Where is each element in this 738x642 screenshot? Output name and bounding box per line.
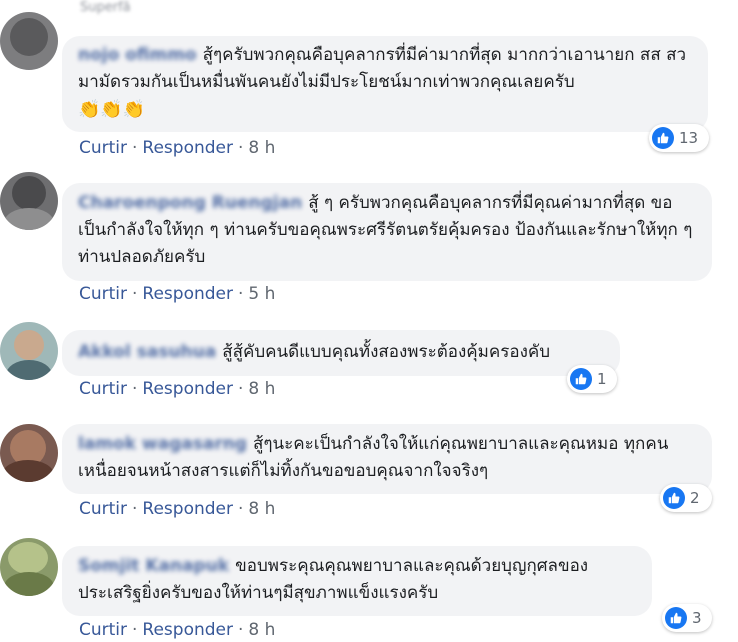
comment-time[interactable]: 8 h: [248, 138, 275, 158]
separator: ·: [238, 499, 244, 519]
like-link[interactable]: Curtir: [79, 284, 127, 304]
comment-bubble: Charoenpong Ruengjan สู้ ๆ ครับพวกคุณคือบ…: [62, 183, 712, 281]
like-link[interactable]: Curtir: [79, 499, 127, 519]
reaction-number: 3: [692, 609, 702, 627]
comment-actions: Curtir · Responder · 8 h: [79, 499, 275, 519]
avatar[interactable]: [0, 424, 58, 482]
comment-bubble: Akkol sasuhua สู้สู้คับคนดีแบบคุณทั้งสองพ…: [62, 330, 620, 376]
like-link[interactable]: Curtir: [79, 620, 127, 640]
separator: ·: [132, 138, 138, 158]
separator: ·: [132, 379, 138, 399]
reaction-count[interactable]: 1: [567, 365, 617, 393]
like-link[interactable]: Curtir: [79, 379, 127, 399]
reply-link[interactable]: Responder: [142, 284, 233, 304]
superfan-badge: Superfã: [80, 0, 131, 15]
reply-link[interactable]: Responder: [142, 138, 233, 158]
comment-bubble: nojo ofimmo สู้ๆครับพวกคุณคือบุคลากรที่มี…: [62, 36, 708, 132]
separator: ·: [238, 620, 244, 640]
comment-author[interactable]: Charoenpong Ruengjan: [78, 193, 302, 213]
like-icon: [570, 368, 592, 390]
comment-author[interactable]: Somjit Kanapuk: [78, 556, 229, 576]
reaction-number: 1: [597, 370, 607, 388]
comment-actions: Curtir · Responder · 8 h: [79, 138, 275, 158]
comment-actions: Curtir · Responder · 8 h: [79, 379, 275, 399]
comment-author[interactable]: Akkol sasuhua: [78, 342, 216, 362]
separator: ·: [238, 138, 244, 158]
separator: ·: [238, 284, 244, 304]
comment-time[interactable]: 5 h: [248, 284, 275, 304]
comment-time[interactable]: 8 h: [248, 499, 275, 519]
avatar[interactable]: [0, 12, 58, 70]
comment-time[interactable]: 8 h: [248, 620, 275, 640]
like-icon: [665, 607, 687, 629]
comment-author[interactable]: nojo ofimmo: [78, 45, 197, 65]
comment-time[interactable]: 8 h: [248, 379, 275, 399]
comment-author[interactable]: lamok wagasarng: [78, 434, 247, 454]
like-link[interactable]: Curtir: [79, 138, 127, 158]
reaction-count[interactable]: 3: [662, 604, 712, 632]
reaction-count[interactable]: 13: [649, 124, 709, 152]
reply-link[interactable]: Responder: [142, 499, 233, 519]
separator: ·: [238, 379, 244, 399]
reply-link[interactable]: Responder: [142, 379, 233, 399]
avatar[interactable]: [0, 322, 58, 380]
comment-actions: Curtir · Responder · 5 h: [79, 284, 275, 304]
reaction-number: 2: [690, 489, 700, 507]
separator: ·: [132, 620, 138, 640]
separator: ·: [132, 499, 138, 519]
avatar[interactable]: [0, 172, 58, 230]
comment-actions: Curtir · Responder · 8 h: [79, 620, 275, 640]
reaction-number: 13: [679, 129, 699, 147]
clap-emoji: 👏👏👏: [78, 99, 146, 120]
comment-text: สู้สู้คับคนดีแบบคุณทั้งสองพระต้องคุ้มครอ…: [222, 342, 551, 362]
reply-link[interactable]: Responder: [142, 620, 233, 640]
comment-bubble: lamok wagasarng สู้ๆนะคะเป็นกำลังใจให้แก่…: [62, 424, 712, 494]
reaction-count[interactable]: 2: [660, 484, 712, 512]
comment-bubble: Somjit Kanapuk ขอบพระคุณคุณพยาบาลและคุณด้…: [62, 546, 652, 616]
like-icon: [663, 487, 685, 509]
avatar[interactable]: [0, 538, 58, 596]
like-icon: [652, 127, 674, 149]
separator: ·: [132, 284, 138, 304]
